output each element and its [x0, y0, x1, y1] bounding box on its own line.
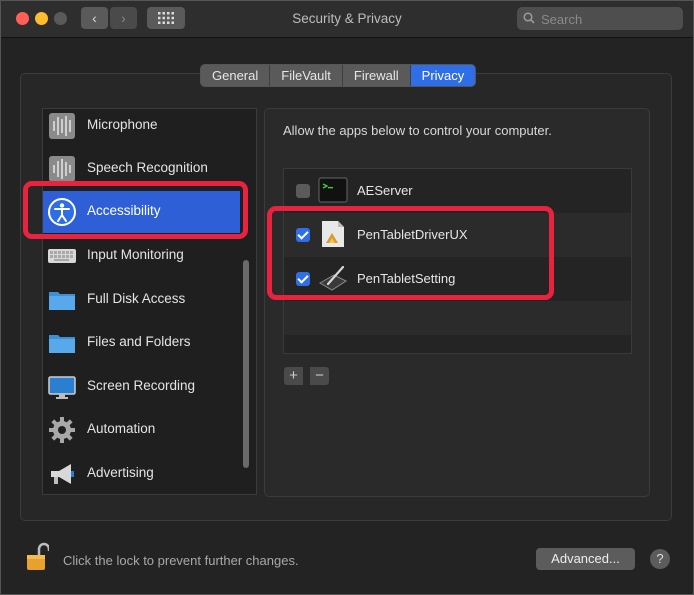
- unlocked-padlock-icon[interactable]: [25, 541, 49, 573]
- tab-filevault[interactable]: FileVault: [270, 65, 343, 86]
- search-field[interactable]: [517, 7, 683, 30]
- sidebar-item-input-monitoring[interactable]: Input Monitoring: [43, 235, 240, 277]
- search-input[interactable]: [539, 10, 681, 29]
- list-empty-row: [284, 301, 631, 335]
- app-checkbox[interactable]: [296, 184, 310, 198]
- display-icon: [48, 376, 76, 399]
- title-bar: ‹ › Security & Privacy: [1, 1, 693, 38]
- sidebar-item-screen-recording[interactable]: Screen Recording: [43, 366, 240, 408]
- sidebar-item-label: Full Disk Access: [87, 291, 186, 306]
- sidebar-scrollbar[interactable]: [243, 260, 249, 468]
- security-privacy-window: ‹ › Security & Privacy General FileVault…: [0, 0, 694, 595]
- keyboard-icon: [48, 249, 76, 263]
- sidebar-item-label: Microphone: [87, 117, 158, 132]
- folder-icon: [49, 292, 75, 310]
- sidebar-item-label: Input Monitoring: [87, 247, 184, 262]
- terminal-icon: [318, 177, 348, 203]
- add-app-button[interactable]: +: [284, 367, 303, 385]
- tab-bar: General FileVault Firewall Privacy: [200, 64, 477, 87]
- tab-privacy[interactable]: Privacy: [410, 65, 476, 86]
- sidebar-item-label: Automation: [87, 421, 156, 436]
- sidebar-item-microphone[interactable]: Microphone: [43, 109, 240, 147]
- panel-description: Allow the apps below to control your com…: [283, 123, 552, 138]
- privacy-category-list: Microphone Speech Recognition Accessibil…: [42, 108, 257, 495]
- speech-recognition-icon: [49, 156, 75, 182]
- tab-firewall[interactable]: Firewall: [343, 65, 411, 86]
- sidebar-item-label: Files and Folders: [87, 334, 191, 349]
- search-icon: [523, 12, 535, 24]
- tab-general[interactable]: General: [201, 65, 271, 86]
- microphone-icon: [49, 113, 75, 139]
- folder-icon: [49, 335, 75, 353]
- megaphone-icon: [51, 464, 74, 484]
- sidebar-item-automation[interactable]: Automation: [43, 409, 240, 451]
- highlight-pen-tablet-apps: [267, 206, 554, 300]
- remove-app-button[interactable]: −: [310, 367, 329, 385]
- sidebar-item-full-disk-access[interactable]: Full Disk Access: [43, 279, 240, 321]
- sidebar-item-advertising[interactable]: Advertising: [43, 453, 240, 494]
- app-name: AEServer: [357, 183, 413, 198]
- advanced-button[interactable]: Advanced...: [536, 548, 635, 570]
- highlight-accessibility: [23, 181, 248, 239]
- gear-icon: [49, 417, 75, 443]
- help-button[interactable]: ?: [650, 549, 670, 569]
- sidebar-item-label: Speech Recognition: [87, 160, 208, 175]
- sidebar-item-label: Screen Recording: [87, 378, 196, 393]
- sidebar-item-label: Advertising: [87, 465, 154, 480]
- lock-status-text: Click the lock to prevent further change…: [63, 553, 299, 568]
- sidebar-item-files-and-folders[interactable]: Files and Folders: [43, 322, 240, 364]
